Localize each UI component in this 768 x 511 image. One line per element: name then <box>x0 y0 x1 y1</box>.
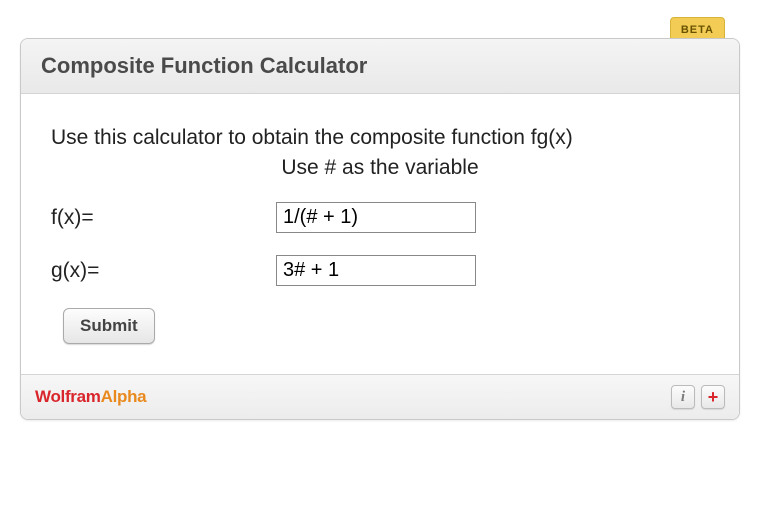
plus-icon[interactable]: + <box>701 385 725 409</box>
row-f: f(x)= <box>51 202 709 233</box>
hint-text: Use # as the variable <box>51 156 709 180</box>
footer-icons: i + <box>671 385 725 409</box>
input-f[interactable] <box>276 202 476 233</box>
logo-alpha: Alpha <box>101 387 147 406</box>
wolfram-alpha-logo[interactable]: WolframAlpha <box>35 387 146 407</box>
widget-container: BETA Composite Function Calculator Use t… <box>20 20 740 420</box>
intro-text: Use this calculator to obtain the compos… <box>51 126 709 150</box>
logo-wolfram: Wolfram <box>35 387 101 406</box>
calculator-card: Composite Function Calculator Use this c… <box>20 38 740 420</box>
content-area: Use this calculator to obtain the compos… <box>21 94 739 374</box>
submit-button[interactable]: Submit <box>63 308 155 344</box>
widget-title: Composite Function Calculator <box>41 53 719 79</box>
title-bar: Composite Function Calculator <box>21 39 739 94</box>
label-g: g(x)= <box>51 259 276 283</box>
row-g: g(x)= <box>51 255 709 286</box>
input-g[interactable] <box>276 255 476 286</box>
label-f: f(x)= <box>51 206 276 230</box>
info-icon[interactable]: i <box>671 385 695 409</box>
footer-bar: WolframAlpha i + <box>21 374 739 419</box>
submit-row: Submit <box>63 308 709 344</box>
